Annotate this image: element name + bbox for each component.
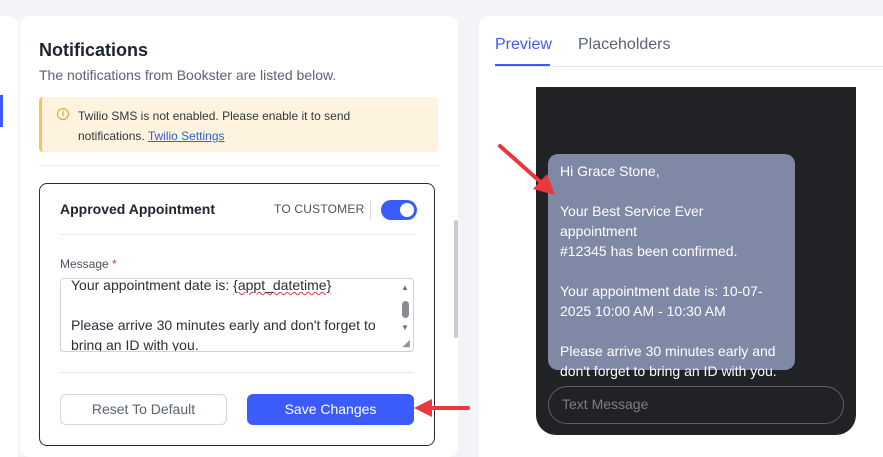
message-line: bring an ID with you. [71, 337, 199, 352]
bubble-line: 2025 10:00 AM - 10:30 AM [560, 303, 726, 319]
twilio-settings-link[interactable]: Twilio Settings [148, 129, 225, 143]
bubble-line [560, 181, 783, 201]
text-message-input[interactable]: Text Message [548, 386, 844, 424]
bubble-line: Your Best Service Ever appointment [560, 203, 704, 239]
tabs-divider [495, 66, 883, 67]
reset-to-default-button[interactable]: Reset To Default [60, 394, 227, 425]
save-changes-button[interactable]: Save Changes [247, 394, 414, 425]
twilio-warning-alert: i Twilio SMS is not enabled. Please enab… [39, 97, 438, 152]
divider [60, 372, 414, 373]
bubble-line [560, 261, 783, 281]
required-mark: * [112, 257, 117, 271]
preview-panel: Preview Placeholders Hi Grace Stone, You… [479, 16, 883, 457]
message-textarea[interactable]: Your appointment date is: {appt_datetime… [60, 278, 414, 352]
phone-preview: Hi Grace Stone, Your Best Service Ever a… [536, 87, 856, 435]
page-title: Notifications [39, 40, 149, 60]
message-line [71, 295, 386, 315]
resize-grip-icon[interactable]: ◢ [402, 339, 410, 349]
recipient-label: TO CUSTOMER [274, 202, 365, 216]
sms-message-bubble: Hi Grace Stone, Your Best Service Ever a… [548, 154, 795, 379]
bubble-line: don't forget to bring an ID with you. [560, 363, 777, 379]
sidebar-edge [0, 16, 18, 457]
divider [370, 200, 371, 220]
tab-preview[interactable]: Preview [495, 36, 552, 54]
notifications-panel: Notifications The notifications from Boo… [20, 16, 458, 457]
message-label: Message * [60, 257, 117, 271]
scroll-up-icon[interactable]: ▲ [401, 283, 409, 292]
divider [60, 234, 414, 235]
scroll-down-icon[interactable]: ▼ [401, 323, 409, 332]
message-line: Your appointment date is: {appt_datetime… [71, 278, 332, 293]
alert-text: Twilio SMS is not enabled. Please enable… [78, 106, 408, 146]
sidebar-active-indicator [0, 95, 3, 127]
bubble-line [560, 321, 783, 341]
panel-scrollbar[interactable] [454, 220, 458, 338]
annotation-arrow-icon [498, 144, 555, 195]
enable-toggle[interactable] [381, 200, 417, 220]
bubble-line: Your appointment date is: 10-07- [560, 283, 763, 299]
divider [39, 165, 438, 166]
placeholder-token: {appt_datetime} [233, 278, 332, 293]
toggle-knob [400, 203, 414, 217]
scrollbar-thumb[interactable] [402, 301, 409, 318]
card-title: Approved Appointment [60, 201, 216, 217]
bubble-line: Please arrive 30 minutes early and [560, 343, 776, 359]
page-subtitle: The notifications from Bookster are list… [39, 67, 337, 83]
annotation-arrow-icon [414, 399, 470, 417]
message-line: Please arrive 30 minutes early and don't… [71, 317, 376, 333]
notification-card: Approved Appointment TO CUSTOMER Message… [39, 183, 435, 446]
bubble-line: Hi Grace Stone, [560, 163, 660, 179]
tab-placeholders[interactable]: Placeholders [578, 36, 671, 54]
info-icon: i [57, 108, 69, 120]
message-label-text: Message [60, 257, 109, 271]
text-message-placeholder: Text Message [562, 396, 649, 412]
message-text: Your appointment date is: {appt_datetime… [71, 278, 386, 352]
bubble-line: #12345 has been confirmed. [560, 243, 738, 259]
